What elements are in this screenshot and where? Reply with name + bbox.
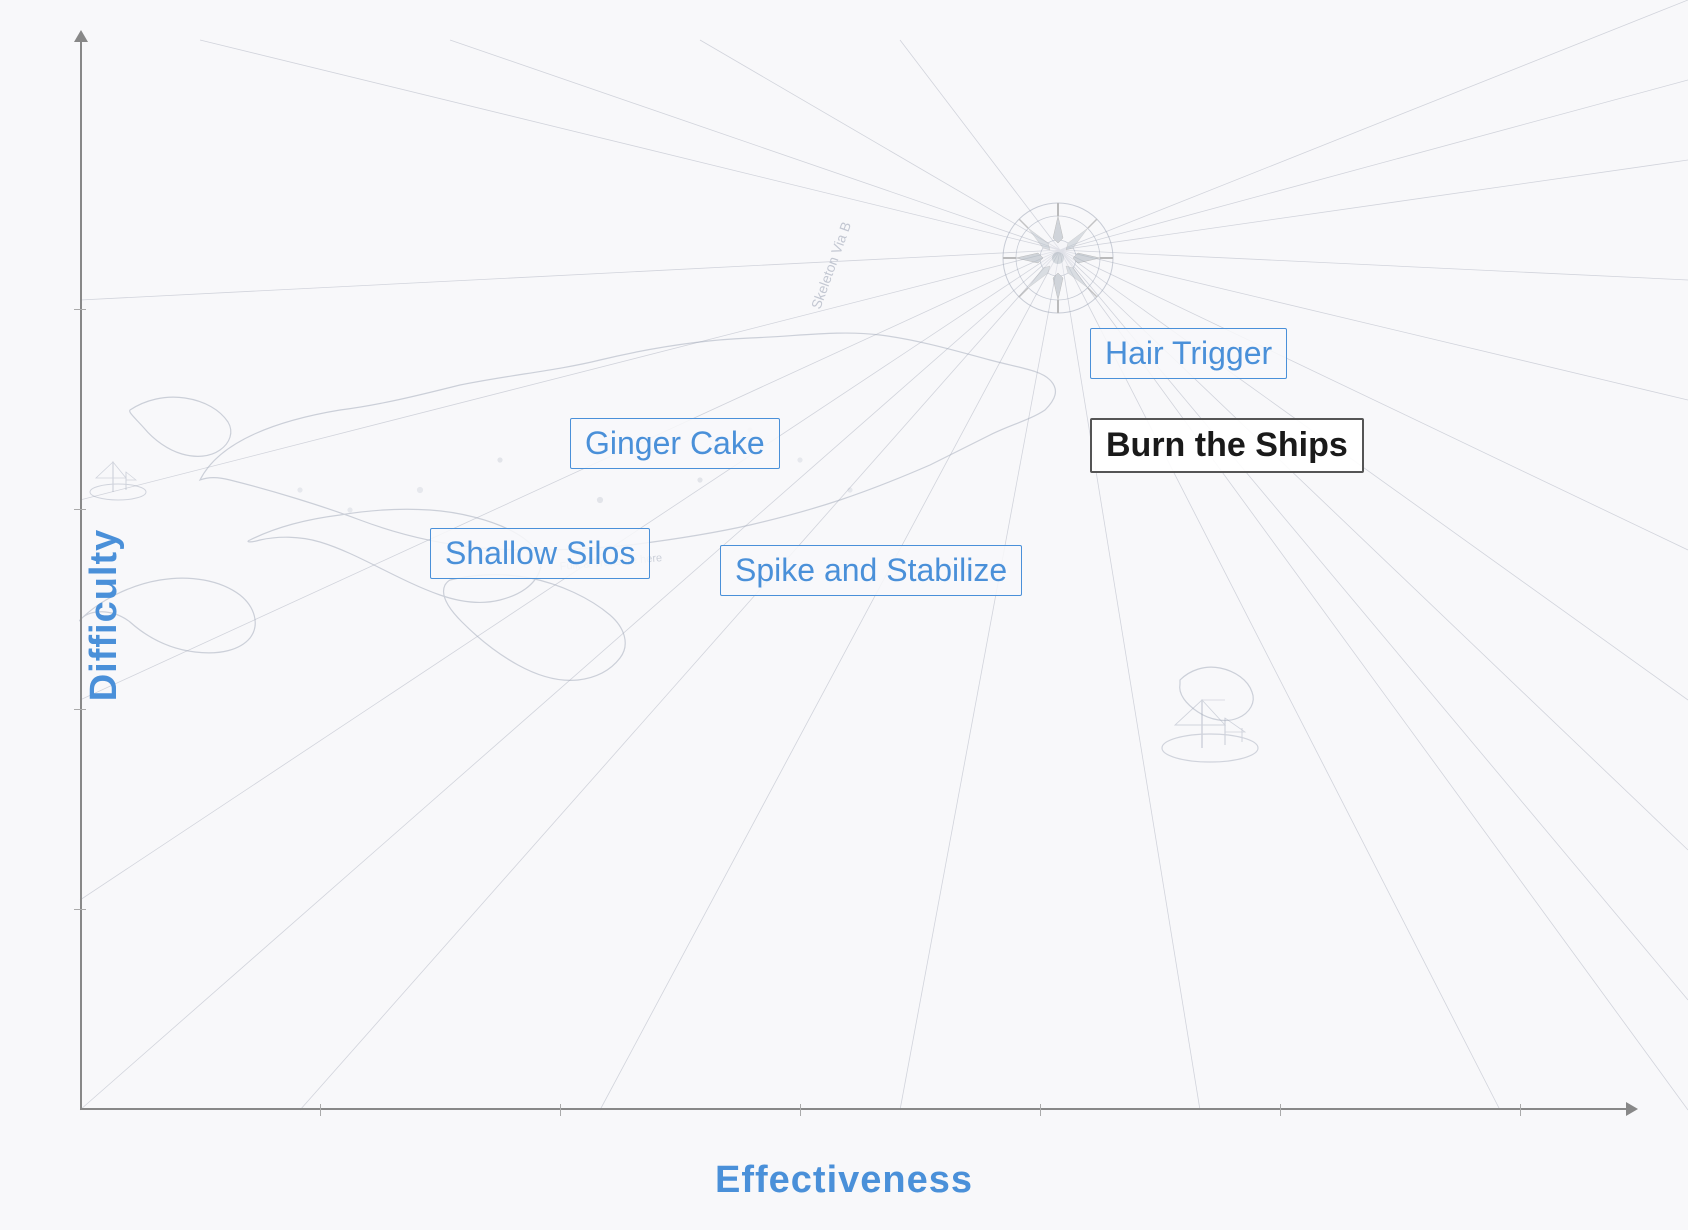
tick-x-5 bbox=[1280, 1104, 1281, 1116]
x-axis-label: Effectiveness bbox=[715, 1159, 973, 1202]
tick-y-4 bbox=[74, 309, 86, 310]
chart-container: Skeleton Via B Fulk & Treasure here Diff… bbox=[0, 0, 1688, 1230]
tick-x-4 bbox=[1040, 1104, 1041, 1116]
tick-x-6 bbox=[1520, 1104, 1521, 1116]
y-axis bbox=[80, 40, 82, 1110]
tick-x-3 bbox=[800, 1104, 801, 1116]
radial-lines-svg: Skeleton Via B Fulk & Treasure here bbox=[0, 0, 1688, 1230]
svg-text:Skeleton Via B: Skeleton Via B bbox=[808, 219, 854, 311]
x-axis-arrow bbox=[1626, 1102, 1638, 1116]
tick-y-2 bbox=[74, 709, 86, 710]
x-axis bbox=[80, 1108, 1628, 1110]
label-ginger-cake[interactable]: Ginger Cake bbox=[570, 418, 780, 469]
label-burn-the-ships[interactable]: Burn the Ships bbox=[1090, 418, 1364, 473]
label-spike-and-stabilize[interactable]: Spike and Stabilize bbox=[720, 545, 1022, 596]
tick-x-1 bbox=[320, 1104, 321, 1116]
y-axis-label: Difficulty bbox=[83, 529, 126, 702]
tick-y-3 bbox=[74, 509, 86, 510]
tick-y-1 bbox=[74, 909, 86, 910]
y-axis-arrow bbox=[74, 30, 88, 42]
label-hair-trigger[interactable]: Hair Trigger bbox=[1090, 328, 1287, 379]
tick-x-2 bbox=[560, 1104, 561, 1116]
label-shallow-silos[interactable]: Shallow Silos bbox=[430, 528, 650, 579]
